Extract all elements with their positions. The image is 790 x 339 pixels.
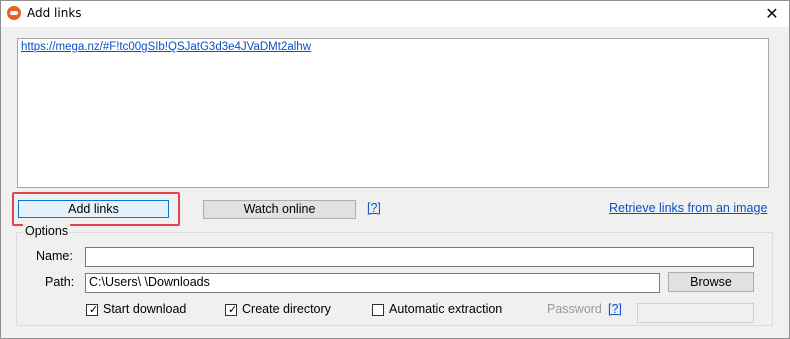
add-links-dialog: Add links ✕ https://mega.nz/#F!tc00gSIb!… <box>0 0 790 339</box>
retrieve-links-from-image-link[interactable]: Retrieve links from an image <box>609 201 767 215</box>
options-legend: Options <box>23 224 71 238</box>
automatic-extraction-label: Automatic extraction <box>389 302 503 316</box>
start-download-checkbox[interactable]: ✓ <box>86 304 98 316</box>
help-link[interactable]: [?] <box>367 201 381 215</box>
title-bar[interactable]: Add links ✕ <box>1 1 789 27</box>
mega-cloud-icon <box>7 6 21 20</box>
create-directory-label: Create directory <box>242 302 331 316</box>
create-directory-checkbox[interactable]: ✓ <box>225 304 237 316</box>
window-title: Add links <box>27 6 82 20</box>
link-text[interactable]: https://mega.nz/#F!tc00gSIb!QSJatG3d3e4J… <box>21 41 311 53</box>
browse-button[interactable]: Browse <box>668 272 754 292</box>
name-input[interactable] <box>85 247 754 267</box>
path-label: Path: <box>45 275 75 289</box>
close-button[interactable]: ✕ <box>755 1 789 27</box>
path-input[interactable]: C:\Users\ \Downloads <box>85 273 660 293</box>
checkmark-icon: ✓ <box>89 303 99 316</box>
links-textarea[interactable]: https://mega.nz/#F!tc00gSIb!QSJatG3d3e4J… <box>17 38 769 188</box>
name-label: Name: <box>36 249 73 263</box>
start-download-label: Start download <box>103 302 187 316</box>
password-input[interactable] <box>637 303 754 323</box>
password-label: Password <box>547 302 602 316</box>
add-links-button[interactable]: Add links <box>18 200 169 218</box>
watch-online-button[interactable]: Watch online <box>203 200 356 219</box>
automatic-extraction-checkbox[interactable] <box>372 304 384 316</box>
checkmark-icon: ✓ <box>228 303 238 316</box>
password-help-link[interactable]: [?] <box>608 302 622 316</box>
